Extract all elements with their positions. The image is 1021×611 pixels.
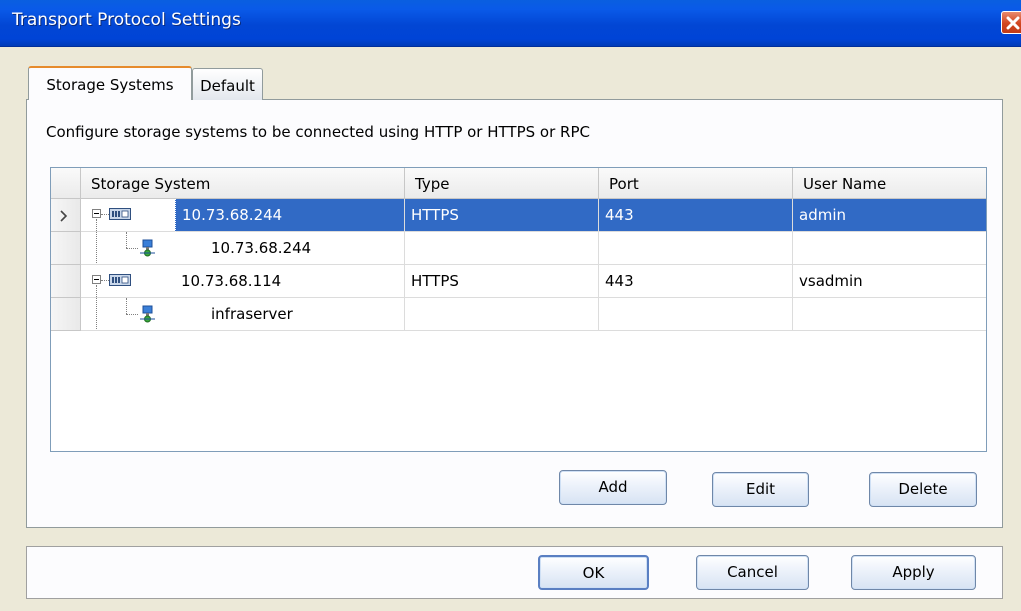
tree-gutter <box>81 199 175 265</box>
cell-storage-system[interactable]: infraserver <box>205 298 405 331</box>
row-pointer-icon <box>60 210 68 222</box>
cell-storage-system[interactable]: 10.73.68.244 <box>205 232 405 265</box>
tab-storage-systems-label: Storage Systems <box>46 76 174 94</box>
storage-systems-grid[interactable]: Storage System Type Port User Name 10.73… <box>50 167 987 452</box>
cell-storage-system[interactable]: 10.73.68.244 <box>175 199 405 232</box>
tree-connector <box>126 232 127 248</box>
cell-type[interactable]: HTTPS <box>405 199 599 232</box>
column-header-user-name[interactable]: User Name <box>793 168 986 199</box>
tree-gutter <box>81 298 205 331</box>
cell-storage-system[interactable]: 10.73.68.114 <box>175 265 405 298</box>
column-header-type[interactable]: Type <box>405 168 599 199</box>
row-header[interactable] <box>51 232 81 265</box>
edit-button[interactable]: Edit <box>712 472 809 507</box>
tab-default[interactable]: Default <box>192 68 263 100</box>
tab-storage-systems[interactable]: Storage Systems <box>28 66 192 100</box>
close-button[interactable] <box>1001 11 1021 34</box>
tree-connector <box>101 214 109 215</box>
cell-port[interactable]: 443 <box>599 265 793 298</box>
cell-user-name[interactable]: admin <box>793 199 986 232</box>
tree-connector <box>101 280 109 281</box>
panel-description: Configure storage systems to be connecte… <box>46 123 590 141</box>
close-icon <box>1006 16 1020 30</box>
column-header-port[interactable]: Port <box>599 168 793 199</box>
tab-default-label: Default <box>200 77 255 95</box>
row-header[interactable] <box>51 298 81 331</box>
column-header-storage-system[interactable]: Storage System <box>81 168 405 199</box>
collapse-icon[interactable] <box>92 275 101 284</box>
cell-type[interactable] <box>405 298 599 331</box>
title-bar: Transport Protocol Settings <box>0 0 1021 47</box>
grid-corner-header <box>51 168 81 199</box>
network-host-icon <box>140 305 155 323</box>
tree-gutter <box>81 232 205 265</box>
storage-systems-panel: Configure storage systems to be connecte… <box>26 99 1003 528</box>
tree-connector <box>126 248 138 249</box>
cell-user-name[interactable] <box>793 232 986 265</box>
row-header[interactable] <box>51 265 81 298</box>
storage-system-icon <box>109 274 131 286</box>
delete-button[interactable]: Delete <box>869 472 977 507</box>
tree-gutter <box>81 265 175 331</box>
add-button[interactable]: Add <box>559 470 667 505</box>
cell-user-name[interactable] <box>793 298 986 331</box>
cell-type[interactable] <box>405 232 599 265</box>
tree-connector <box>126 298 127 314</box>
cancel-button[interactable]: Cancel <box>696 555 809 590</box>
storage-system-icon <box>109 208 131 220</box>
network-host-icon <box>140 239 155 257</box>
apply-button[interactable]: Apply <box>851 555 976 590</box>
cell-user-name[interactable]: vsadmin <box>793 265 986 298</box>
row-header[interactable] <box>51 199 81 232</box>
collapse-icon[interactable] <box>92 209 101 218</box>
cell-port[interactable]: 443 <box>599 199 793 232</box>
cell-type[interactable]: HTTPS <box>405 265 599 298</box>
cell-port[interactable] <box>599 232 793 265</box>
ok-button[interactable]: OK <box>538 555 649 590</box>
window-title: Transport Protocol Settings <box>12 10 241 30</box>
tree-connector <box>126 314 138 315</box>
cell-port[interactable] <box>599 298 793 331</box>
